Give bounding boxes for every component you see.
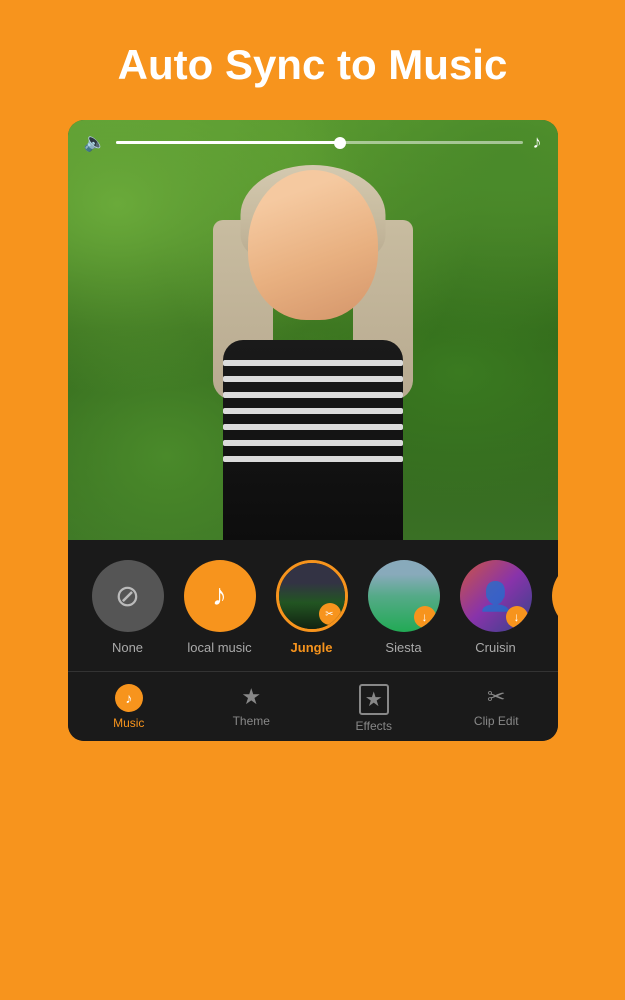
nav-label-clip-edit: Clip Edit <box>474 714 519 728</box>
nav-label-music: Music <box>113 716 144 730</box>
scissors-badge: ✂ <box>319 603 341 625</box>
person-face <box>248 170 378 320</box>
jungle-label: Jungle <box>291 640 333 655</box>
bottom-nav: ♪ Music ★ Theme ★ Effects ✂ Clip Edit <box>68 671 558 741</box>
nav-label-effects: Effects <box>356 719 392 733</box>
none-circle: ⊘ <box>92 560 164 632</box>
siesta-circle: ↓ <box>368 560 440 632</box>
video-player: 🔈 ♪ <box>68 120 558 540</box>
music-item-partial[interactable]: ♪ Ju... <box>548 560 558 655</box>
nav-label-theme: Theme <box>233 714 270 728</box>
local-music-icon: ♪ <box>212 579 227 613</box>
speaker-icon[interactable]: 🔈 <box>84 132 106 153</box>
nav-item-effects[interactable]: ★ Effects <box>313 680 436 737</box>
download-badge-siesta: ↓ <box>414 606 436 628</box>
cruisin-label: Cruisin <box>475 640 515 655</box>
cruisin-circle: 👤 ↓ <box>460 560 532 632</box>
progress-fill <box>116 141 340 144</box>
music-item-cruisin[interactable]: 👤 ↓ Cruisin <box>456 560 536 655</box>
siesta-label: Siesta <box>385 640 421 655</box>
music-item-local[interactable]: ♪ local music <box>180 560 260 655</box>
local-label: local music <box>187 640 251 655</box>
shirt-stripe <box>223 424 403 430</box>
shirt-stripe <box>223 440 403 446</box>
music-panel: ⊘ None ♪ local music ✂ <box>68 540 558 741</box>
app-container: 🔈 ♪ ⊘ None <box>68 120 558 741</box>
music-item-jungle[interactable]: ✂ Jungle <box>272 560 352 655</box>
nav-item-music[interactable]: ♪ Music <box>68 680 191 737</box>
shirt-stripe <box>223 456 403 462</box>
progress-bar[interactable] <box>116 141 523 144</box>
shirt-stripe <box>223 360 403 366</box>
header: Auto Sync to Music <box>0 0 625 120</box>
jungle-circle: ✂ <box>276 560 348 632</box>
person-body <box>223 340 403 540</box>
page-title: Auto Sync to Music <box>118 40 508 90</box>
shirt-stripe <box>223 408 403 414</box>
music-nav-icon: ♪ <box>115 684 143 712</box>
music-note-icon: ♪ <box>533 132 542 153</box>
none-icon: ⊘ <box>115 579 140 614</box>
local-circle: ♪ <box>184 560 256 632</box>
nav-item-theme[interactable]: ★ Theme <box>190 680 313 737</box>
music-scroll-list: ⊘ None ♪ local music ✂ <box>68 560 558 655</box>
nav-item-clip-edit[interactable]: ✂ Clip Edit <box>435 680 558 737</box>
none-label: None <box>112 640 143 655</box>
video-frame <box>68 120 558 540</box>
music-item-none[interactable]: ⊘ None <box>88 560 168 655</box>
shirt-stripe <box>223 392 403 398</box>
progress-thumb <box>334 137 346 149</box>
video-controls: 🔈 ♪ <box>68 132 558 153</box>
partial-circle: ♪ <box>552 560 558 632</box>
effects-icon: ★ <box>359 684 389 715</box>
person-portrait <box>193 160 433 540</box>
star-icon: ★ <box>241 684 261 710</box>
download-badge-cruisin: ↓ <box>506 606 528 628</box>
scissors-icon: ✂ <box>487 684 505 710</box>
music-item-siesta[interactable]: ↓ Siesta <box>364 560 444 655</box>
shirt-stripe <box>223 376 403 382</box>
